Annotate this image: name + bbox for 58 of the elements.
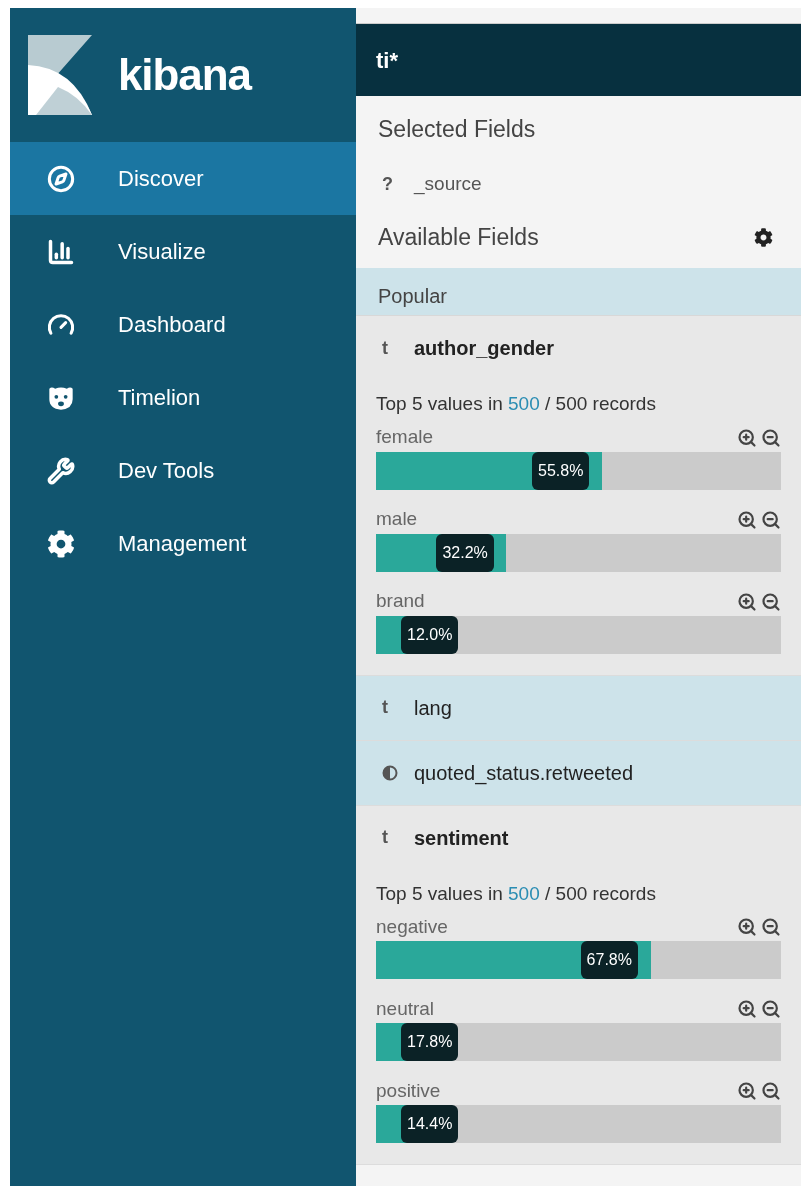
index-pattern-title: ti* xyxy=(376,46,398,75)
zoom-in-icon[interactable] xyxy=(737,591,757,612)
group-header: Popular xyxy=(356,268,801,316)
section-title: Selected Fields xyxy=(378,114,536,144)
zoom-in-icon[interactable] xyxy=(737,509,757,530)
nav-item[interactable]: Dashboard xyxy=(10,288,356,361)
zoom-out-icon[interactable] xyxy=(761,591,781,612)
value-label: neutral xyxy=(376,996,435,1021)
nav-item[interactable]: Dev Tools xyxy=(10,434,356,507)
nav-item[interactable]: Visualize xyxy=(10,215,356,288)
zoom-out-icon[interactable] xyxy=(761,509,781,530)
values-summary: Top 5 values in 500 / 500 records xyxy=(376,392,657,416)
settings-icon xyxy=(47,529,75,558)
zoom-in-icon[interactable] xyxy=(737,999,757,1019)
section-title: Available Fields xyxy=(378,222,539,252)
nav-item[interactable]: Timelion xyxy=(10,361,356,434)
bar-chart-icon xyxy=(47,237,75,266)
wrench-icon xyxy=(47,456,75,485)
field-name: author_gender xyxy=(414,336,555,361)
value-label: negative xyxy=(376,914,448,939)
zoom-in-icon[interactable] xyxy=(737,1081,757,1101)
field-type-symbol: t xyxy=(382,336,388,360)
field-type-symbol: ? xyxy=(382,172,393,196)
logo-icon xyxy=(28,35,92,115)
half-circle-icon xyxy=(382,764,398,781)
field-name: quoted_status.retweeted xyxy=(414,760,634,787)
percent-label: 55.8% xyxy=(532,451,590,490)
percent-label: 12.0% xyxy=(401,615,459,654)
field-row[interactable]: quoted_status.retweeted xyxy=(356,740,801,806)
zoom-out-icon[interactable] xyxy=(761,999,781,1019)
value-label: female xyxy=(376,425,434,450)
zoom-out-icon[interactable] xyxy=(761,917,781,937)
field-row[interactable]: ? _source xyxy=(356,162,801,206)
value-label: positive xyxy=(376,1078,441,1103)
zoom-out-icon[interactable] xyxy=(761,1081,781,1101)
percent-label: 32.2% xyxy=(436,533,494,572)
field-name: sentiment xyxy=(414,825,509,851)
value-label: brand xyxy=(376,589,425,614)
percent-label: 14.4% xyxy=(401,1105,459,1143)
compass-icon xyxy=(47,164,75,193)
field-type-symbol: t xyxy=(382,826,388,849)
field-row[interactable]: t lang xyxy=(356,675,801,741)
value-label: male xyxy=(376,507,418,532)
zoom-out-icon[interactable] xyxy=(761,427,781,448)
logo-text: kibana xyxy=(118,49,251,101)
field-name: lang xyxy=(414,695,452,721)
nav-item[interactable]: Discover xyxy=(10,142,356,215)
field-row[interactable]: t author_gender Top 5 values in 500 / 500 records female 55.8% male 32.2% brand 12.0% xyxy=(356,316,801,676)
percent-label: 17.8% xyxy=(401,1023,459,1061)
values-summary: Top 5 values in 500 / 500 records xyxy=(376,881,657,906)
field-row[interactable]: t sentiment Top 5 values in 500 / 500 records negative 67.8% neutral 17.8% positive 14.4% xyxy=(356,805,801,1165)
zoom-in-icon[interactable] xyxy=(737,427,757,448)
field-name: _source xyxy=(414,171,482,197)
field-type-symbol: t xyxy=(382,696,388,719)
percent-label: 67.8% xyxy=(580,941,638,979)
settings-icon[interactable] xyxy=(754,227,773,247)
zoom-in-icon[interactable] xyxy=(737,917,757,937)
nav-item[interactable]: Management xyxy=(10,507,356,580)
